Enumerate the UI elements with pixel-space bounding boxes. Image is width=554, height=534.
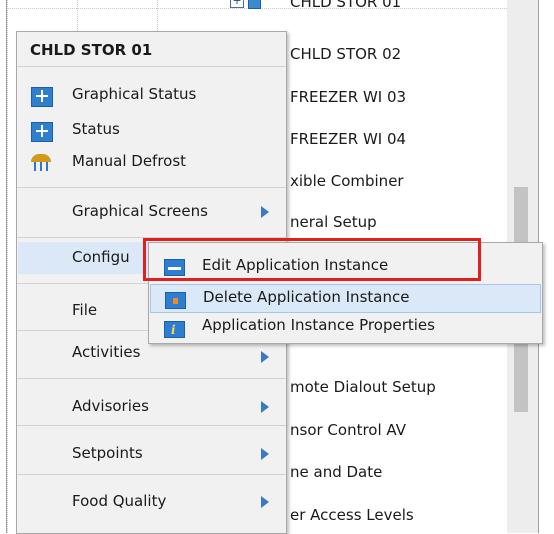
menu-divider	[17, 425, 286, 426]
menu-divider	[17, 378, 286, 379]
menu-item-status[interactable]: Status	[18, 116, 285, 144]
menu-item-label: File	[72, 301, 98, 319]
menu-item-setpoints[interactable]: Setpoints	[18, 440, 285, 468]
tree-item[interactable]: FREEZER WI 04	[290, 130, 406, 148]
document-icon	[248, 0, 261, 9]
menu-item-advisories[interactable]: Advisories	[18, 393, 285, 421]
tree-node-icons: +	[230, 0, 261, 10]
tree-item[interactable]: CHLD STOR 02	[290, 45, 401, 63]
menu-item-label: Advisories	[72, 397, 149, 415]
tree-item[interactable]: mote Dialout Setup	[290, 378, 436, 396]
menu-item-label: Food Quality	[72, 492, 167, 510]
menu-item-label: Graphical Status	[72, 85, 197, 103]
chevron-right-icon	[261, 351, 269, 363]
tree-item[interactable]: nsor Control AV	[290, 421, 406, 439]
tree-item[interactable]: FREEZER WI 03	[290, 88, 406, 106]
menu-item-label: Configu	[72, 248, 130, 266]
chevron-right-icon	[261, 401, 269, 413]
menu-item-label: Setpoints	[72, 444, 143, 462]
tree-item[interactable]: er Access Levels	[290, 506, 414, 524]
network-icon	[31, 122, 53, 142]
submenu-item-label: Delete Application Instance	[203, 288, 410, 306]
tree-item[interactable]: ne and Date	[290, 463, 382, 481]
menu-item-label: Status	[72, 120, 120, 138]
tree-item[interactable]: neral Setup	[290, 213, 377, 231]
submenu-item-label: Application Instance Properties	[202, 316, 435, 334]
menu-divider	[17, 474, 286, 475]
menu-item-graphical-status[interactable]: Graphical Status	[18, 81, 285, 109]
properties-icon: i	[164, 321, 185, 338]
menu-item-label: Manual Defrost	[72, 152, 187, 170]
menu-item-manual-defrost[interactable]: Manual Defrost	[18, 148, 285, 176]
context-menu-title: CHLD STOR 01	[30, 41, 153, 59]
chevron-right-icon	[261, 448, 269, 460]
network-icon	[31, 87, 53, 107]
callout-highlight-box	[143, 238, 481, 281]
menu-item-label: Graphical Screens	[72, 202, 208, 220]
menu-divider	[17, 66, 286, 67]
defrost-icon	[31, 154, 51, 172]
menu-divider	[17, 187, 286, 188]
expand-icon[interactable]: +	[230, 0, 244, 8]
grid-line	[7, 0, 8, 533]
chevron-right-icon	[261, 206, 269, 218]
menu-item-food-quality[interactable]: Food Quality	[18, 488, 285, 516]
submenu-item-delete-application-instance[interactable]: Delete Application Instance	[150, 284, 541, 313]
menu-item-graphical-screens[interactable]: Graphical Screens	[18, 198, 285, 226]
tree-item[interactable]: CHLD STOR 01	[290, 0, 401, 11]
delete-instance-icon	[165, 292, 186, 309]
menu-item-label: Activities	[72, 343, 141, 361]
tree-item[interactable]: xible Combiner	[290, 172, 404, 190]
submenu-item-application-instance-properties[interactable]: i Application Instance Properties	[150, 314, 541, 343]
chevron-right-icon	[261, 496, 269, 508]
